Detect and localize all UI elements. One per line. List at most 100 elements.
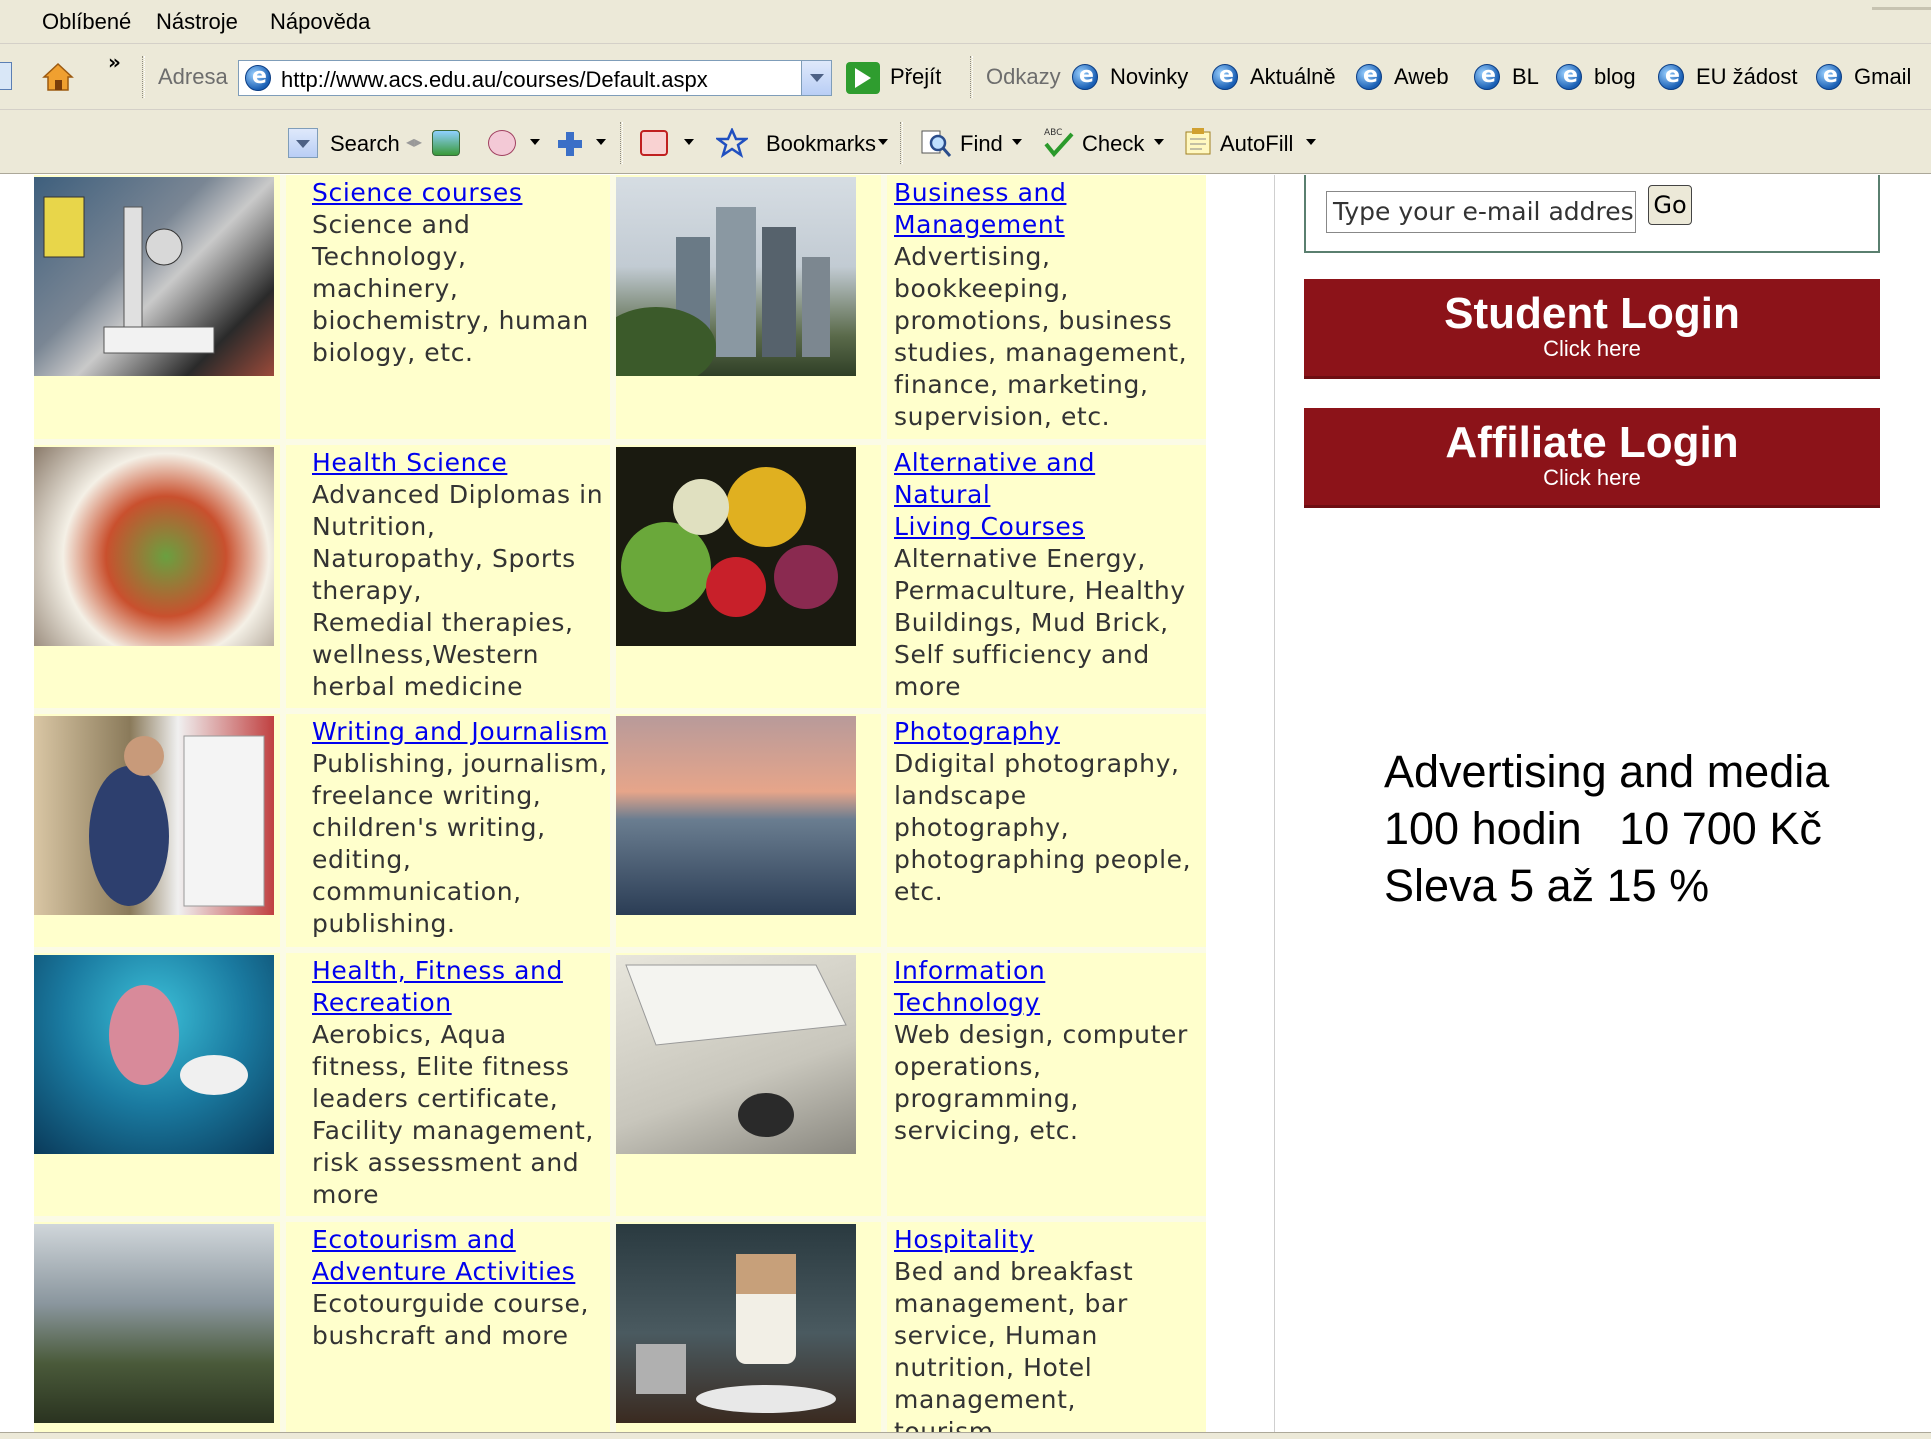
page-icon: [245, 64, 271, 91]
popup-blocker-icon[interactable]: [488, 130, 516, 156]
email-field[interactable]: Type your e-mail address: [1326, 191, 1636, 233]
course-link-alternative-living[interactable]: Alternative and Natural Living Courses: [894, 447, 1194, 543]
keyboard-image[interactable]: [616, 955, 856, 1154]
course-photography: Photography Ddigital photography, landsc…: [894, 716, 1194, 908]
landscape-image[interactable]: [34, 1224, 274, 1423]
autofill-icon[interactable]: [1182, 126, 1214, 158]
note-line-course: Advertising and media: [1384, 746, 1830, 797]
link-gmail[interactable]: Gmail: [1854, 64, 1911, 90]
search-dropdown[interactable]: [288, 128, 318, 158]
web-page: Science courses Science and Technology, …: [0, 175, 1931, 1432]
address-label: Adresa: [158, 64, 228, 89]
link-aweb[interactable]: Aweb: [1394, 64, 1449, 90]
course-link-fitness[interactable]: Health, Fitness and Recreation: [312, 955, 612, 1019]
svg-text:ABC: ABC: [1044, 128, 1062, 138]
course-link-ecotourism[interactable]: Ecotourism and Adventure Activities: [312, 1224, 612, 1288]
go-arrow-icon[interactable]: [846, 62, 880, 94]
link-eu-zadost[interactable]: EU žádost: [1696, 64, 1798, 90]
link-novinky[interactable]: Novinky: [1110, 64, 1188, 90]
course-fitness: Health, Fitness and Recreation Aerobics,…: [312, 955, 612, 1211]
link-aktualne[interactable]: Aktuálně: [1250, 64, 1336, 90]
course-health-science: Health Science Advanced Diplomas in Nutr…: [312, 447, 612, 703]
autofill-button[interactable]: AutoFill: [1220, 131, 1293, 157]
course-description: Bed and breakfast management, bar servic…: [894, 1257, 1134, 1432]
menu-tools[interactable]: Nástroje: [156, 9, 238, 35]
course-description: Aerobics, Aqua fitness, Elite fitness le…: [312, 1020, 594, 1209]
image-icon[interactable]: [432, 130, 460, 156]
plus-icon[interactable]: [556, 130, 584, 158]
sunset-beach-image[interactable]: [616, 716, 856, 915]
swimmer-image[interactable]: [34, 955, 274, 1154]
link-icon: [1658, 63, 1684, 90]
menu-bar: Oblíbené Nástroje Nápověda: [0, 0, 1931, 44]
course-science: Science courses Science and Technology, …: [312, 177, 612, 369]
course-grid: Science courses Science and Technology, …: [34, 175, 1206, 1432]
note-line-price: 100 hodin 10 700 Kč: [1384, 803, 1822, 854]
course-description: Web design, computer operations, program…: [894, 1020, 1188, 1145]
column-divider: [1274, 175, 1275, 1432]
bookshelf-image[interactable]: [34, 716, 274, 915]
skyscrapers-image[interactable]: [616, 177, 856, 376]
course-description: Ecotourguide course, bushcraft and more: [312, 1289, 589, 1350]
student-login-button[interactable]: Student Login Click here: [1304, 279, 1880, 379]
newsletter-go-button[interactable]: Go: [1648, 185, 1692, 225]
course-alternative-living: Alternative and Natural Living Courses A…: [894, 447, 1194, 703]
home-icon[interactable]: [42, 62, 74, 92]
search-button[interactable]: Search: [330, 131, 400, 157]
affiliate-login-button[interactable]: Affiliate Login Click here: [1304, 408, 1880, 508]
link-blog[interactable]: blog: [1594, 64, 1636, 90]
menu-help[interactable]: Nápověda: [270, 9, 370, 35]
coffee-image[interactable]: [616, 1224, 856, 1423]
address-url: http://www.acs.edu.au/courses/Default.as…: [281, 67, 708, 92]
address-toolbar: » Adresa http://www.acs.edu.au/courses/D…: [0, 44, 1931, 110]
student-login-subtitle: Click here: [1543, 336, 1641, 361]
refresh-icon[interactable]: [0, 62, 12, 90]
microscope-image[interactable]: [34, 177, 274, 376]
note-line-discount: Sleva 5 až 15 %: [1384, 860, 1710, 911]
check-button[interactable]: Check: [1082, 131, 1144, 157]
find-button[interactable]: Find: [960, 131, 1003, 157]
link-bl[interactable]: BL: [1512, 64, 1539, 90]
link-icon: [1212, 63, 1238, 90]
course-description: Publishing, journalism, freelance writin…: [312, 749, 608, 938]
star-icon[interactable]: [714, 126, 750, 158]
bookmarks-button[interactable]: Bookmarks: [766, 131, 876, 157]
find-icon[interactable]: [920, 128, 952, 158]
course-link-it[interactable]: Information Technology: [894, 955, 1194, 1019]
course-business: Business and Management Advertising, boo…: [894, 177, 1194, 433]
course-link-science[interactable]: Science courses: [312, 177, 612, 209]
course-description: Advertising, bookkeeping, promotions, bu…: [894, 242, 1188, 431]
vegetables-image[interactable]: [616, 447, 856, 646]
address-dropdown[interactable]: [801, 61, 831, 95]
price-note: Advertising and media 100 hodin 10 700 K…: [1384, 743, 1829, 914]
links-label: Odkazy: [986, 64, 1061, 89]
menu-favorites[interactable]: Oblíbené: [42, 9, 131, 35]
spellcheck-icon[interactable]: ABC: [1040, 124, 1076, 158]
newsletter-box: Type your e-mail address Go: [1304, 175, 1880, 253]
search-toolbar: Search ◂▸ Bookmarks Find ABC Check AutoF…: [0, 110, 1931, 174]
course-writing: Writing and Journalism Publishing, journ…: [312, 716, 612, 940]
salad-image[interactable]: [34, 447, 274, 646]
course-link-hospitality[interactable]: Hospitality: [894, 1224, 1194, 1256]
blocker-icon[interactable]: [640, 130, 668, 156]
link-icon: [1816, 63, 1842, 90]
arrows-icon: ◂▸: [406, 134, 423, 151]
link-icon: [1556, 63, 1582, 90]
status-bar: [0, 1432, 1931, 1439]
course-description: Alternative Energy, Permaculture, Health…: [894, 544, 1186, 701]
link-icon: [1072, 63, 1098, 90]
course-link-writing[interactable]: Writing and Journalism: [312, 716, 612, 748]
course-description: Science and Technology, machinery, bioch…: [312, 210, 589, 367]
course-description: Ddigital photography, landscape photogra…: [894, 749, 1192, 906]
course-link-health-science[interactable]: Health Science: [312, 447, 612, 479]
student-login-title: Student Login: [1444, 289, 1740, 338]
affiliate-login-title: Affiliate Login: [1445, 418, 1739, 467]
course-link-business[interactable]: Business and Management: [894, 177, 1194, 241]
course-description: Advanced Diplomas in Nutrition, Naturopa…: [312, 480, 604, 701]
course-it: Information Technology Web design, compu…: [894, 955, 1194, 1147]
go-button[interactable]: Přejít: [890, 64, 941, 90]
affiliate-login-subtitle: Click here: [1543, 465, 1641, 490]
course-link-photography[interactable]: Photography: [894, 716, 1194, 748]
chevron-more-icon[interactable]: »: [108, 50, 121, 74]
address-input[interactable]: http://www.acs.edu.au/courses/Default.as…: [238, 60, 832, 96]
